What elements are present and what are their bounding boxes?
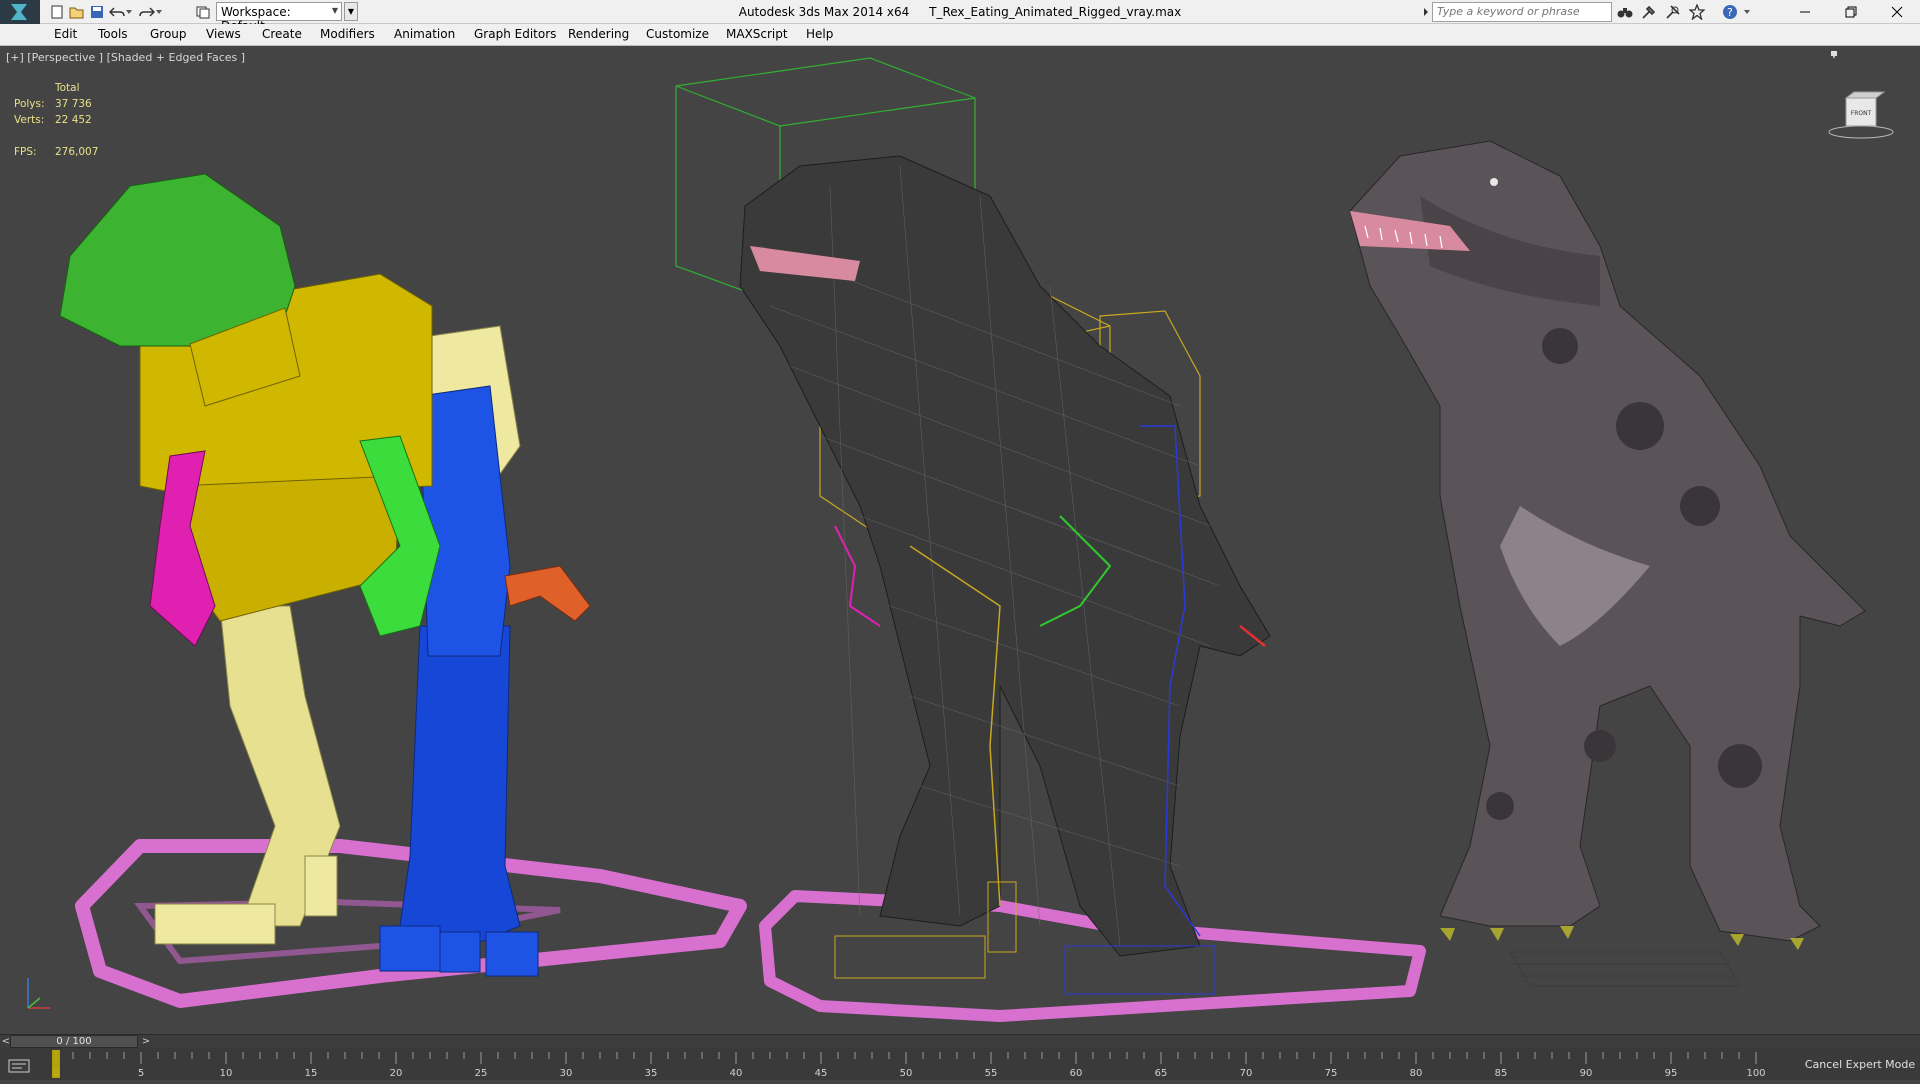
viewcube[interactable]: FRONT xyxy=(1826,84,1896,144)
menu-help[interactable]: Help xyxy=(806,27,833,41)
rigged-trex-wireframe[interactable] xyxy=(675,57,1426,1022)
trackbar[interactable]: 0510152025303540455055606570758085909510… xyxy=(0,1048,1920,1080)
menu-maxscript[interactable]: MAXScript xyxy=(726,27,788,41)
menu-customize[interactable]: Customize xyxy=(646,27,709,41)
menu-edit[interactable]: Edit xyxy=(54,27,77,41)
time-slider-bar: < 0 / 100 > xyxy=(0,1034,1920,1048)
search-box[interactable] xyxy=(1432,2,1613,22)
quick-access-dropdown[interactable]: ▼ xyxy=(344,2,358,21)
save-file-icon[interactable] xyxy=(88,3,106,21)
trackbar-tick-label: 15 xyxy=(305,1068,318,1079)
trackbar-tick-label: 20 xyxy=(390,1068,403,1079)
trackbar-tick-label: 70 xyxy=(1240,1068,1253,1079)
proxy-foot-left[interactable] xyxy=(154,903,276,945)
trackbar-ruler[interactable]: 0510152025303540455055606570758085909510… xyxy=(48,1048,1788,1080)
proxy-foot-right-c[interactable] xyxy=(485,931,539,977)
trackbar-tick-label: 65 xyxy=(1155,1068,1168,1079)
trackbar-tick-label: 40 xyxy=(730,1068,743,1079)
trackbar-tick-label: 80 xyxy=(1410,1068,1423,1079)
world-axis-tripod xyxy=(27,978,50,1009)
communication-center-icon[interactable] xyxy=(1664,3,1682,21)
proxy-toe-left[interactable] xyxy=(304,855,338,917)
menu-tools[interactable]: Tools xyxy=(98,27,128,41)
svg-text:?: ? xyxy=(1727,6,1733,19)
menu-group[interactable]: Group xyxy=(150,27,187,41)
perspective-viewport[interactable]: [+] [Perspective ] [Shaded + Edged Faces… xyxy=(0,46,1920,1034)
close-icon[interactable] xyxy=(1874,0,1920,24)
trackbar-ticks[interactable]: 0510152025303540455055606570758085909510… xyxy=(48,1048,1798,1080)
rendered-trex-model[interactable] xyxy=(1349,140,1866,987)
trackbar-tick-label: 90 xyxy=(1580,1068,1593,1079)
proxy-leg-right[interactable] xyxy=(399,625,521,947)
help-dropdown-icon[interactable] xyxy=(1742,3,1752,21)
rendered-trex-ground-grid xyxy=(1509,951,1741,987)
help-icon[interactable]: ? xyxy=(1722,3,1740,21)
trackbar-tick-label: 60 xyxy=(1070,1068,1083,1079)
proxy-foot-right-b[interactable] xyxy=(439,931,481,973)
proxy-rig-model[interactable] xyxy=(59,173,747,1008)
minimize-icon[interactable] xyxy=(1782,0,1828,24)
restore-icon[interactable] xyxy=(1828,0,1874,24)
trackbar-tick-label: 5 xyxy=(138,1068,144,1079)
project-folder-icon[interactable] xyxy=(194,3,212,21)
search-input[interactable] xyxy=(1433,3,1613,20)
open-file-icon[interactable] xyxy=(68,3,86,21)
trackbar-tick-label: 75 xyxy=(1325,1068,1338,1079)
workspace-selector[interactable]: Workspace: Default ▼ xyxy=(216,2,342,33)
trackbar-tick-label: 35 xyxy=(645,1068,658,1079)
trackbar-tick-label: 45 xyxy=(815,1068,828,1079)
trackbar-tick-label: 100 xyxy=(1746,1068,1765,1079)
viewcube-face-label[interactable]: FRONT xyxy=(1848,110,1874,117)
binoculars-icon[interactable] xyxy=(1616,3,1634,21)
menu-animation[interactable]: Animation xyxy=(394,27,455,41)
trackbar-tick-label: 10 xyxy=(220,1068,233,1079)
cancel-expert-mode-button[interactable]: Cancel Expert Mode xyxy=(1800,1048,1920,1080)
rendered-trex-body[interactable] xyxy=(1349,140,1866,942)
trackbar-tick-label: 85 xyxy=(1495,1068,1508,1079)
trackbar-tick-label: 25 xyxy=(475,1068,488,1079)
menu-views[interactable]: Views xyxy=(206,27,241,41)
menu-modifiers[interactable]: Modifiers xyxy=(320,27,375,41)
proxy-tail-tip[interactable] xyxy=(504,565,591,622)
trackbar-tick-label: 95 xyxy=(1665,1068,1678,1079)
rig-left-foot-box[interactable] xyxy=(834,935,986,979)
trackbar-tick-label: 50 xyxy=(900,1068,913,1079)
expand-search-icon[interactable] xyxy=(1421,0,1431,24)
app-logo-icon xyxy=(11,4,27,20)
scene-canvas[interactable] xyxy=(0,46,1920,1034)
menu-create[interactable]: Create xyxy=(262,27,302,41)
menu-graph-editors[interactable]: Graph Editors xyxy=(474,27,556,41)
rendered-trex-eye xyxy=(1490,178,1498,186)
menu-bar: Edit Tools Group Views Create Modifiers … xyxy=(0,24,1920,46)
current-frame-marker[interactable] xyxy=(52,1050,60,1078)
trackbar-tick-label: 30 xyxy=(560,1068,573,1079)
proxy-foot-right-a[interactable] xyxy=(379,925,441,972)
new-file-icon[interactable] xyxy=(48,3,66,21)
menu-rendering[interactable]: Rendering xyxy=(568,27,629,41)
mini-listener-icon[interactable] xyxy=(8,1058,32,1074)
app-name: Autodesk 3ds Max 2014 x64 xyxy=(738,5,910,19)
favorites-star-icon[interactable] xyxy=(1688,3,1706,21)
file-name: T_Rex_Eating_Animated_Rigged_vray.max xyxy=(929,5,1182,19)
subscription-icon[interactable] xyxy=(1640,3,1658,21)
app-menu-button[interactable] xyxy=(0,0,40,24)
trackbar-tick-label: 55 xyxy=(985,1068,998,1079)
time-next-icon[interactable]: > xyxy=(140,1035,152,1048)
chevron-down-icon: ▼ xyxy=(331,6,338,15)
time-slider[interactable]: 0 / 100 xyxy=(10,1035,138,1048)
undo-dropdown-icon[interactable] xyxy=(124,3,134,21)
title-bar: Workspace: Default ▼ ▼ Autodesk 3ds Max … xyxy=(0,0,1920,33)
redo-dropdown-icon[interactable] xyxy=(154,3,164,21)
